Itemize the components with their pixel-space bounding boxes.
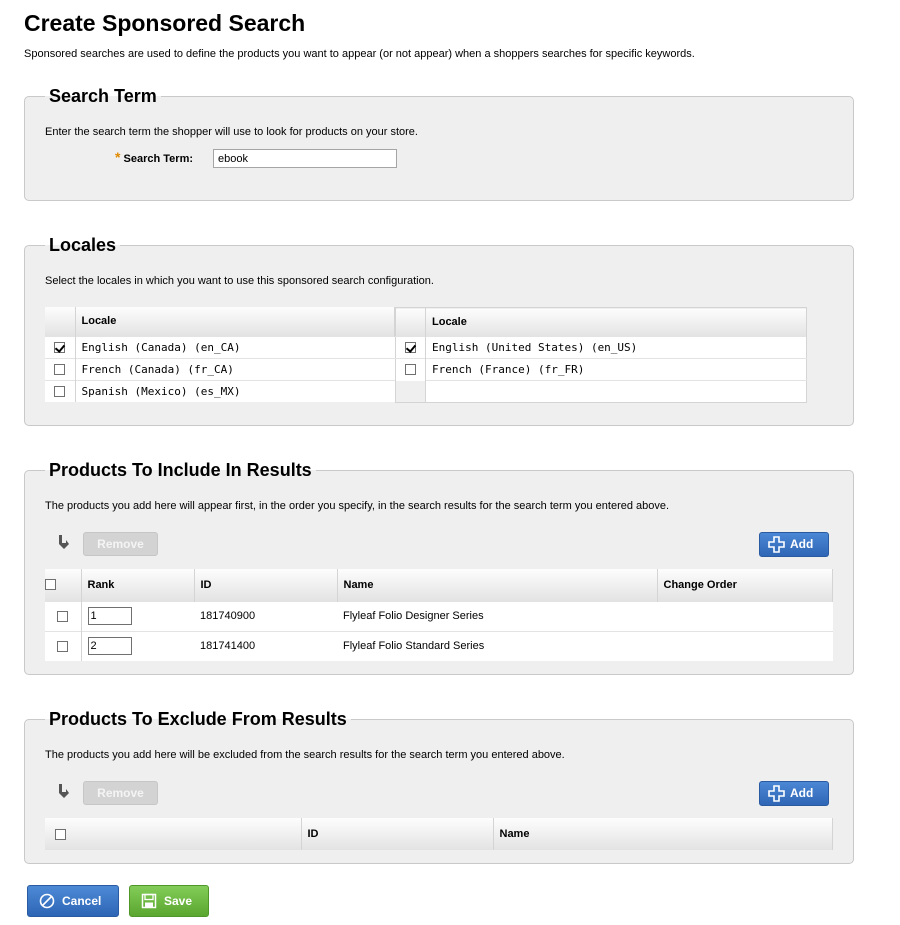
rank-input[interactable] bbox=[87, 637, 132, 656]
locale-row[interactable]: English (Canada) (en_CA) bbox=[45, 335, 395, 358]
rank-column-header: Rank bbox=[81, 569, 195, 601]
locale-row[interactable]: French (France) (fr_FR) bbox=[395, 358, 807, 381]
plus-icon bbox=[768, 536, 785, 553]
include-description: The products you add here will appear fi… bbox=[45, 500, 670, 512]
locale-checkbox-fr-fr[interactable] bbox=[405, 364, 416, 376]
product-id: 181740900 bbox=[194, 600, 337, 631]
select-all-cell bbox=[45, 569, 82, 601]
exclude-remove-button[interactable]: Remove bbox=[83, 781, 158, 805]
locale-column-header: Locale bbox=[425, 307, 807, 337]
save-icon bbox=[141, 893, 157, 909]
exclude-add-label: Add bbox=[790, 786, 814, 800]
move-down-icon[interactable] bbox=[56, 534, 70, 550]
required-asterisk-icon: * bbox=[115, 149, 121, 165]
row-checkbox[interactable] bbox=[57, 610, 69, 622]
locale-select-column bbox=[45, 307, 76, 336]
rank-input[interactable] bbox=[87, 607, 132, 625]
locale-checkbox-es-mx[interactable] bbox=[54, 385, 66, 397]
table-row[interactable]: 181740900 Flyleaf Folio Designer Series bbox=[45, 600, 833, 631]
cancel-icon bbox=[39, 893, 55, 909]
product-name: Flyleaf Folio Standard Series bbox=[337, 630, 657, 661]
change-order-cell bbox=[657, 630, 833, 661]
locales-legend: Locales bbox=[49, 235, 117, 255]
locale-checkbox-fr-ca[interactable] bbox=[54, 363, 66, 375]
locale-label: English (United States) (en_US) bbox=[425, 336, 807, 359]
row-checkbox[interactable] bbox=[57, 640, 69, 652]
search-term-legend: Search Term bbox=[49, 86, 157, 106]
exclude-products-panel: Products To Exclude From Results The pro… bbox=[24, 709, 854, 864]
product-id: 181741400 bbox=[194, 630, 337, 661]
locale-row[interactable]: Spanish (Mexico) (es_MX) bbox=[45, 379, 395, 402]
page-description: Sponsored searches are used to define th… bbox=[24, 48, 695, 60]
exclude-description: The products you add here will be exclud… bbox=[45, 749, 565, 761]
locale-label: Spanish (Mexico) (es_MX) bbox=[75, 379, 395, 402]
plus-icon bbox=[768, 785, 785, 802]
select-all-cell bbox=[45, 818, 302, 850]
include-select-all-checkbox[interactable] bbox=[45, 579, 56, 591]
cancel-button[interactable]: Cancel bbox=[27, 885, 119, 917]
cancel-label: Cancel bbox=[62, 894, 102, 908]
include-products-table: Rank ID Name Change Order 181740900 Flyl… bbox=[45, 569, 833, 661]
locales-panel: Locales Select the locales in which you … bbox=[24, 235, 854, 426]
locale-select-column bbox=[395, 307, 426, 337]
include-remove-button[interactable]: Remove bbox=[83, 532, 158, 556]
exclude-add-button[interactable]: Add bbox=[759, 781, 829, 806]
name-column-header: Name bbox=[337, 569, 658, 601]
locale-checkbox-en-us[interactable] bbox=[405, 342, 416, 354]
locale-checkbox-en-ca[interactable] bbox=[54, 341, 66, 353]
locale-label: French (France) (fr_FR) bbox=[425, 358, 807, 381]
include-legend: Products To Include In Results bbox=[49, 460, 312, 480]
product-name: Flyleaf Folio Designer Series bbox=[337, 600, 657, 631]
page-title: Create Sponsored Search bbox=[24, 10, 306, 36]
table-row[interactable]: 181741400 Flyleaf Folio Standard Series bbox=[45, 630, 833, 661]
exclude-select-all-checkbox[interactable] bbox=[55, 828, 66, 840]
save-label: Save bbox=[164, 894, 193, 908]
save-button[interactable]: Save bbox=[129, 885, 209, 917]
locales-description: Select the locales in which you want to … bbox=[45, 275, 434, 287]
include-products-panel: Products To Include In Results The produ… bbox=[24, 460, 854, 675]
name-column-header: Name bbox=[493, 818, 833, 850]
locale-label: French (Canada) (fr_CA) bbox=[75, 357, 395, 380]
id-column-header: ID bbox=[301, 818, 494, 850]
search-term-label: Search Term: bbox=[123, 153, 194, 165]
search-term-label-row: * Search Term: bbox=[115, 149, 193, 165]
id-column-header: ID bbox=[194, 569, 338, 601]
locale-row[interactable]: English (United States) (en_US) bbox=[395, 336, 807, 359]
search-term-description: Enter the search term the shopper will u… bbox=[45, 126, 418, 138]
locales-table-right: Locale English (United States) (en_US) F… bbox=[395, 307, 807, 403]
search-term-input[interactable] bbox=[213, 149, 397, 168]
exclude-legend: Products To Exclude From Results bbox=[49, 709, 347, 729]
locale-label: English (Canada) (en_CA) bbox=[75, 335, 395, 358]
change-order-column-header: Change Order bbox=[657, 569, 833, 601]
include-add-button[interactable]: Add bbox=[759, 532, 829, 557]
exclude-products-table: ID Name bbox=[45, 818, 833, 850]
locale-column-header: Locale bbox=[75, 307, 395, 336]
change-order-cell bbox=[657, 600, 833, 631]
search-term-panel: Search Term Enter the search term the sh… bbox=[24, 86, 854, 201]
include-add-label: Add bbox=[790, 537, 814, 551]
locale-empty-row bbox=[395, 380, 807, 403]
move-down-icon[interactable] bbox=[56, 783, 70, 799]
locales-table-left: Locale English (Canada) (en_CA) French (… bbox=[45, 307, 395, 402]
locale-row[interactable]: French (Canada) (fr_CA) bbox=[45, 357, 395, 380]
